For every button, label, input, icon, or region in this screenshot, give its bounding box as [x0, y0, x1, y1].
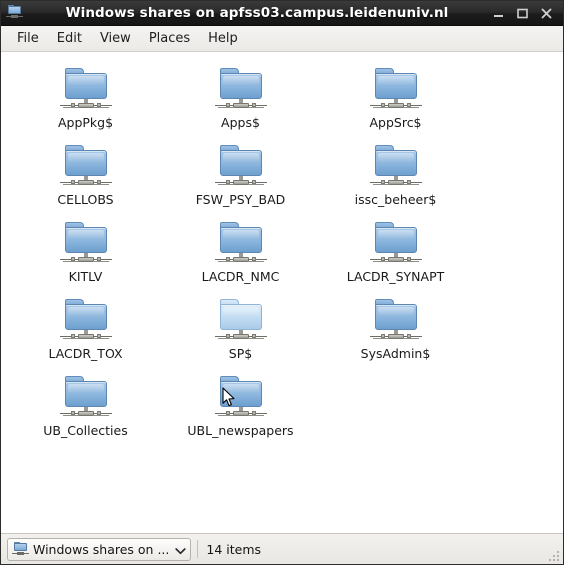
file-icon-label: UBL_newspapers — [187, 423, 294, 438]
menu-item-places[interactable]: Places — [141, 28, 198, 49]
file-icon-label: AppPkg$ — [57, 115, 114, 130]
file-icon-label: LACDR_TOX — [48, 346, 123, 361]
network-share-folder-icon — [366, 218, 426, 268]
file-icon-item[interactable]: AppSrc$ — [318, 64, 473, 141]
file-icon-label: SysAdmin$ — [360, 346, 431, 361]
close-button[interactable] — [540, 7, 553, 20]
network-share-folder-icon — [56, 141, 116, 191]
file-icon-item[interactable]: issc_beheer$ — [318, 141, 473, 218]
network-share-folder-icon — [56, 295, 116, 345]
menu-item-file[interactable]: File — [9, 28, 47, 49]
file-icon-label: KITLV — [68, 269, 103, 284]
network-share-folder-icon — [6, 4, 26, 23]
file-icon-item[interactable]: CELLOBS — [8, 141, 163, 218]
file-icon-label: FSW_PSY_BAD — [195, 192, 286, 207]
chevron-down-icon — [175, 540, 187, 559]
window-title: Windows shares on apfss03.campus.leidenu… — [65, 5, 449, 21]
file-icon-item[interactable]: Apps$ — [163, 64, 318, 141]
file-icon-item[interactable]: SysAdmin$ — [318, 295, 473, 372]
file-icon-item[interactable]: UBL_newspapers — [163, 372, 318, 449]
item-count-label: 14 items — [206, 541, 262, 557]
file-manager-window: Windows shares on apfss03.campus.leidenu… — [0, 0, 564, 565]
network-share-folder-icon — [56, 218, 116, 268]
network-share-folder-icon — [56, 64, 116, 114]
file-icon-item[interactable]: LACDR_TOX — [8, 295, 163, 372]
maximize-button[interactable] — [516, 7, 529, 20]
location-dropdown[interactable]: Windows shares on ... — [7, 537, 192, 561]
file-icon-item[interactable]: LACDR_NMC — [163, 218, 318, 295]
file-icon-label: Apps$ — [221, 115, 260, 130]
file-icon-item[interactable]: AppPkg$ — [8, 64, 163, 141]
location-dropdown-label: Windows shares on ... — [33, 541, 170, 557]
file-icon-label: AppSrc$ — [369, 115, 422, 130]
file-icon-view[interactable]: AppPkg$ Apps$ AppSrc$ CELLOBS FSW_PSY_BAD iss… — [1, 52, 563, 533]
network-share-folder-icon — [366, 64, 426, 114]
menu-item-help[interactable]: Help — [200, 28, 246, 49]
file-icon-item[interactable]: FSW_PSY_BAD — [163, 141, 318, 218]
minimize-button[interactable] — [492, 7, 505, 20]
window-controls — [492, 7, 559, 20]
network-share-folder-icon — [211, 295, 271, 345]
menu-bar: File Edit View Places Help — [1, 26, 563, 52]
network-share-folder-icon — [211, 141, 271, 191]
file-icon-label: LACDR_SYNAPT — [346, 269, 445, 284]
file-icon-label: LACDR_NMC — [201, 269, 280, 284]
file-icon-item[interactable]: LACDR_SYNAPT — [318, 218, 473, 295]
network-share-folder-icon — [12, 541, 30, 557]
network-share-folder-icon — [56, 372, 116, 422]
file-icon-label: SP$ — [228, 346, 253, 361]
network-share-folder-icon — [211, 218, 271, 268]
icon-grid: AppPkg$ Apps$ AppSrc$ CELLOBS FSW_PSY_BAD iss… — [1, 58, 563, 449]
title-bar[interactable]: Windows shares on apfss03.campus.leidenu… — [1, 1, 563, 26]
menu-item-edit[interactable]: Edit — [49, 28, 90, 49]
file-icon-item[interactable]: UB_Collecties — [8, 372, 163, 449]
file-icon-item[interactable]: SP$ — [163, 295, 318, 372]
network-share-folder-icon — [366, 141, 426, 191]
file-icon-label: UB_Collecties — [43, 423, 128, 438]
network-share-folder-icon — [211, 64, 271, 114]
status-bar: Windows shares on ... 14 items — [1, 533, 563, 564]
resize-grip[interactable] — [547, 548, 561, 562]
file-icon-item[interactable]: KITLV — [8, 218, 163, 295]
network-share-folder-icon — [366, 295, 426, 345]
file-icon-label: issc_beheer$ — [354, 192, 437, 207]
menu-item-view[interactable]: View — [92, 28, 139, 49]
status-separator — [197, 540, 199, 558]
file-icon-label: CELLOBS — [57, 192, 114, 207]
network-share-folder-icon — [211, 372, 271, 422]
